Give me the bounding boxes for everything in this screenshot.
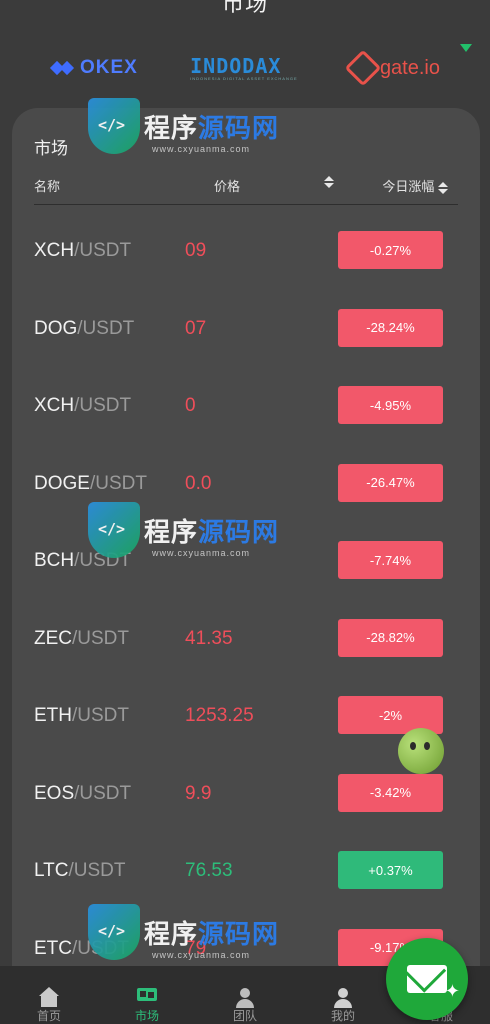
pair-price: 76.53 [185,860,233,881]
tab-market[interactable]: 市场 [98,966,196,1024]
change-badge[interactable]: -26.47% [338,463,443,502]
pair-base: ZEC [34,627,72,649]
pair-symbol: EOS/USDT [34,783,131,805]
header-divider [34,204,458,205]
exchange-logos: OKEX INDODAX INDONESIA DIGITAL ASSET EXC… [40,48,450,88]
column-change-label: 今日涨幅 [382,179,435,194]
indodax-name: INDODAX [190,53,282,78]
change-badge[interactable]: -0.27% [338,231,443,269]
mascot-icon[interactable] [398,728,444,774]
change-badge[interactable]: -28.24% [338,308,443,347]
message-button[interactable]: ✦ [386,938,468,1020]
pair-symbol: BCH/USDT [34,550,131,572]
pair-symbol: ETC/USDT [34,938,129,960]
column-price[interactable]: 价格 [214,176,240,195]
market-row[interactable]: LTC/USDT 76.53 +0.37% [12,832,480,910]
pair-quote: /USDT [68,860,126,881]
pair-symbol: XCH/USDT [34,240,131,262]
pair-base: XCH [34,395,75,416]
pair-base: BCH [34,550,75,571]
page-title: 市场 [221,0,268,16]
sparkle-icon: ✦ [444,981,460,1001]
column-change[interactable]: 今日涨幅 [382,176,448,195]
market-row[interactable]: DOGE/USDT 0.0 -26.47% [12,445,480,523]
pair-symbol: DOG/USDT [34,318,134,340]
pair-quote: /USDT [74,550,132,571]
tab-home-label: 首页 [36,1009,61,1023]
market-row[interactable]: BCH/USDT -7.74% [12,522,480,600]
team-icon [235,988,255,1008]
pair-price: 0.0 [185,472,212,494]
app-screen: 市场 OKEX INDODAX INDONESIA DIGITAL ASSET … [0,0,490,1024]
pair-quote: /USDT [72,627,129,649]
pair-price: 9.9 [185,782,212,804]
pair-base: ETC [34,937,72,959]
tab-user-label: 我的 [330,1009,355,1023]
pair-symbol: LTC/USDT [34,860,125,882]
pair-quote: /USDT [77,317,135,339]
market-card: 市场 名称 价格 今日涨幅 XCH/USDT 09 -0.27% DOG/USD… [12,108,480,988]
tab-team-label: 团队 [232,1009,257,1023]
tab-home[interactable]: 首页 [0,966,98,1024]
pair-quote: /USDT [74,782,132,804]
pair-symbol: XCH/USDT [34,395,131,417]
tab-team[interactable]: 团队 [196,966,294,1024]
change-badge[interactable]: -7.74% [338,541,443,579]
pair-symbol: ZEC/USDT [34,628,129,650]
market-table-header: 名称 价格 今日涨幅 [34,174,458,196]
market-row[interactable]: DOG/USDT 07 -28.24% [12,290,480,368]
market-list: XCH/USDT 09 -0.27% DOG/USDT 07 -28.24% X… [12,212,480,987]
change-badge[interactable]: -28.82% [338,618,443,657]
column-name: 名称 [34,179,61,194]
change-badge[interactable]: -4.95% [338,386,443,424]
pair-price: 09 [185,240,207,261]
pair-price: 79 [185,937,207,959]
change-badge[interactable]: +0.37% [338,851,443,889]
pair-symbol: ETH/USDT [34,705,129,727]
pair-base: DOGE [34,472,90,494]
mail-icon [407,965,447,993]
tab-market-label: 市场 [134,1009,159,1023]
pair-price: 0 [185,395,196,416]
market-icon [137,988,157,1001]
market-row[interactable]: XCH/USDT 0 -4.95% [12,367,480,445]
pair-symbol: DOGE/USDT [34,473,147,495]
pair-quote: /USDT [89,472,147,494]
pair-price: 41.35 [185,627,233,649]
pair-base: EOS [34,782,75,804]
okex-cube-icon [49,59,76,77]
indodax-tagline: INDONESIA DIGITAL ASSET EXCHANGE [190,75,298,81]
pair-price: 07 [185,317,207,339]
change-sort-icon[interactable] [438,181,448,194]
pair-quote: /USDT [72,937,129,959]
pair-base: DOG [34,317,78,339]
change-badge[interactable]: -3.42% [338,773,443,812]
pair-base: LTC [34,860,69,881]
pair-quote: /USDT [74,240,132,261]
pair-quote: /USDT [74,395,132,416]
okex-name: OKEX [80,57,138,78]
gate-name: gate.io [379,56,440,79]
user-icon [333,988,353,1008]
indodax-logo[interactable]: INDODAX INDONESIA DIGITAL ASSET EXCHANGE [180,48,308,88]
home-icon [39,987,59,1007]
gate-logo[interactable]: gate.io [340,48,450,88]
pair-base: XCH [34,240,75,261]
market-row[interactable]: ZEC/USDT 41.35 -28.82% [12,600,480,678]
pair-quote: /USDT [72,705,129,726]
pair-price: 1253.25 [185,705,254,726]
price-sort-icon[interactable] [324,176,334,188]
okex-logo[interactable]: OKEX [40,48,148,88]
market-row[interactable]: XCH/USDT 09 -0.27% [12,212,480,290]
market-title: 市场 [34,139,68,158]
tab-user[interactable]: 我的 [294,966,392,1024]
dropdown-arrow-icon[interactable] [460,44,472,52]
pair-base: ETH [34,705,72,726]
gate-diamond-icon [344,49,382,87]
